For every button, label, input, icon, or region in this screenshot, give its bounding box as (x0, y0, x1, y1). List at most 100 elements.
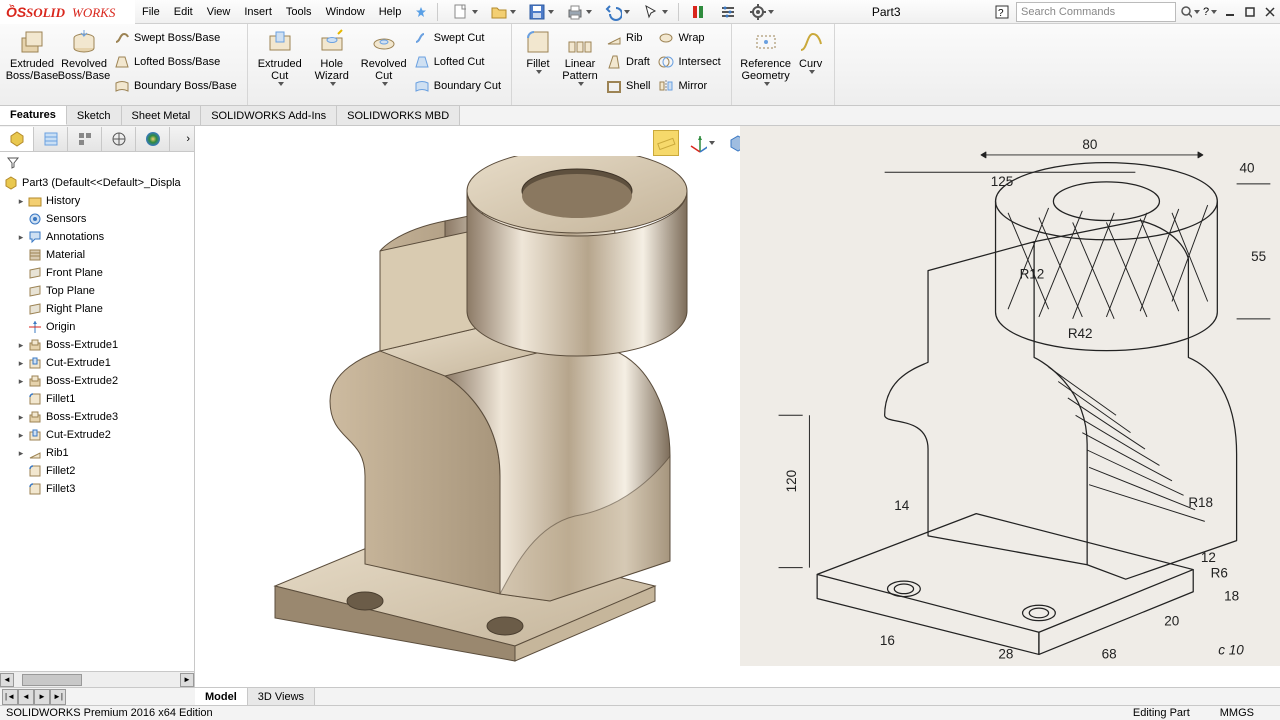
menu-edit[interactable]: Edit (167, 0, 200, 24)
select-button[interactable] (637, 1, 673, 23)
expand-toggle[interactable]: ▸ (16, 354, 26, 372)
tree-item[interactable]: ▸Boss-Extrude2 (4, 372, 194, 390)
save-button[interactable] (523, 1, 559, 23)
tree-item[interactable]: Fillet2 (4, 462, 194, 480)
ribbon: Extruded Boss/Base Revolved Boss/Base Sw… (0, 24, 1280, 106)
expand-toggle[interactable]: ▸ (16, 192, 26, 210)
view-prev-button[interactable]: ◄ (18, 689, 34, 705)
close-button[interactable] (1260, 2, 1280, 22)
search-icon[interactable] (1180, 2, 1200, 22)
menu-view[interactable]: View (200, 0, 238, 24)
rebuild-button[interactable] (684, 1, 712, 23)
manager-tabs-more[interactable]: › (170, 127, 194, 151)
status-units[interactable]: MMGS (1220, 707, 1254, 719)
wrap-button[interactable]: Wrap (654, 26, 724, 50)
tree-root[interactable]: Part3 (Default<<Default>_Displa (4, 174, 194, 192)
graphics-viewport[interactable]: ◄ (195, 126, 1280, 687)
model-3d-render (215, 156, 735, 666)
menu-insert[interactable]: Insert (237, 0, 279, 24)
display-manager-tab[interactable] (136, 127, 170, 151)
menu-window[interactable]: Window (319, 0, 372, 24)
tree-item[interactable]: ▸Boss-Extrude3 (4, 408, 194, 426)
mirror-button[interactable]: Mirror (654, 74, 724, 98)
expand-toggle[interactable]: ▸ (16, 444, 26, 462)
triad-icon[interactable] (689, 130, 715, 156)
options-button[interactable] (714, 1, 742, 23)
reference-geometry-button[interactable]: Reference Geometry (738, 26, 794, 86)
expand-toggle[interactable]: ▸ (16, 426, 26, 444)
linear-pattern-button[interactable]: Linear Pattern (558, 26, 602, 86)
minimize-button[interactable] (1220, 2, 1240, 22)
feature-tree[interactable]: Part3 (Default<<Default>_Displa ▸History… (0, 172, 194, 671)
search-commands-input[interactable]: Search Commands (1016, 2, 1176, 22)
revolved-boss-button[interactable]: Revolved Boss/Base (58, 26, 110, 82)
shell-button[interactable]: Shell (602, 74, 654, 98)
new-doc-button[interactable] (447, 1, 483, 23)
tree-item[interactable]: Fillet3 (4, 480, 194, 498)
tree-item[interactable]: ▸History (4, 192, 194, 210)
settings-gear-button[interactable] (744, 1, 780, 23)
extruded-cut-button[interactable]: Extruded Cut (254, 26, 306, 86)
menu-file[interactable]: File (135, 0, 167, 24)
swept-cut-button[interactable]: Swept Cut (410, 26, 505, 50)
tree-item[interactable]: ▸Rib1 (4, 444, 194, 462)
tab-features[interactable]: Features (0, 106, 67, 125)
hole-wizard-button[interactable]: Hole Wizard (306, 26, 358, 86)
menu-star-icon[interactable] (408, 0, 434, 24)
boundary-boss-button[interactable]: Boundary Boss/Base (110, 74, 241, 98)
measure-tool-button[interactable] (653, 130, 679, 156)
undo-button[interactable] (599, 1, 635, 23)
tree-item[interactable]: ▸Annotations (4, 228, 194, 246)
extruded-boss-button[interactable]: Extruded Boss/Base (6, 26, 58, 82)
view-first-button[interactable]: |◄ (2, 689, 18, 705)
curves-button[interactable]: Curv (794, 26, 828, 74)
tree-horizontal-scrollbar[interactable]: ◄ ► (0, 671, 194, 687)
rib-button[interactable]: Rib (602, 26, 654, 50)
expand-toggle[interactable]: ▸ (16, 408, 26, 426)
tab-sketch[interactable]: Sketch (67, 106, 122, 125)
menu-help[interactable]: Help (372, 0, 409, 24)
lofted-boss-button[interactable]: Lofted Boss/Base (110, 50, 241, 74)
configuration-manager-tab[interactable] (68, 127, 102, 151)
open-doc-button[interactable] (485, 1, 521, 23)
swept-boss-button[interactable]: Swept Boss/Base (110, 26, 241, 50)
menu-tools[interactable]: Tools (279, 0, 319, 24)
feature-manager-tab[interactable] (0, 127, 34, 151)
maximize-button[interactable] (1240, 2, 1260, 22)
tree-item[interactable]: Material (4, 246, 194, 264)
help-icon[interactable]: ? (1200, 2, 1220, 22)
tree-filter-icon[interactable] (0, 152, 194, 172)
bottom-tab-3dviews[interactable]: 3D Views (248, 688, 315, 705)
expand-toggle[interactable]: ▸ (16, 372, 26, 390)
dimxpert-manager-tab[interactable] (102, 127, 136, 151)
property-manager-tab[interactable] (34, 127, 68, 151)
scroll-left-arrow[interactable]: ◄ (0, 673, 14, 687)
tree-item[interactable]: ▸Cut-Extrude1 (4, 354, 194, 372)
tree-item[interactable]: Front Plane (4, 264, 194, 282)
expand-toggle[interactable]: ▸ (16, 228, 26, 246)
revolved-cut-button[interactable]: Revolved Cut (358, 26, 410, 86)
tree-item[interactable]: Sensors (4, 210, 194, 228)
intersect-button[interactable]: Intersect (654, 50, 724, 74)
draft-button[interactable]: Draft (602, 50, 654, 74)
tab-mbd[interactable]: SOLIDWORKS MBD (337, 106, 460, 125)
tree-item[interactable]: ▸Boss-Extrude1 (4, 336, 194, 354)
bottom-tab-model[interactable]: Model (195, 688, 248, 705)
tree-item[interactable]: Top Plane (4, 282, 194, 300)
boundary-cut-button[interactable]: Boundary Cut (410, 74, 505, 98)
search-docs-icon[interactable]: ? (992, 2, 1012, 22)
expand-toggle[interactable]: ▸ (16, 336, 26, 354)
lofted-cut-button[interactable]: Lofted Cut (410, 50, 505, 74)
tab-sheet-metal[interactable]: Sheet Metal (122, 106, 202, 125)
fillet-button[interactable]: Fillet (518, 26, 558, 74)
tree-item[interactable]: ▸Cut-Extrude2 (4, 426, 194, 444)
tree-item[interactable]: Fillet1 (4, 390, 194, 408)
tree-item[interactable]: Origin (4, 318, 194, 336)
tab-addins[interactable]: SOLIDWORKS Add-Ins (201, 106, 337, 125)
view-next-button[interactable]: ► (34, 689, 50, 705)
tree-item[interactable]: Right Plane (4, 300, 194, 318)
scroll-right-arrow[interactable]: ► (180, 673, 194, 687)
scroll-thumb[interactable] (22, 674, 82, 686)
view-last-button[interactable]: ►| (50, 689, 66, 705)
print-button[interactable] (561, 1, 597, 23)
